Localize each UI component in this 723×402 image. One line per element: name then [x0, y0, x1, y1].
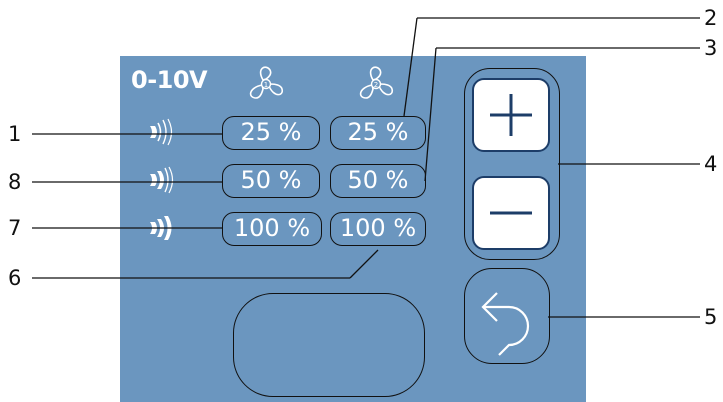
callout-1: 1 — [8, 122, 22, 146]
callout-2: 2 — [704, 6, 718, 30]
callout-3: 3 — [704, 36, 718, 60]
callout-7: 7 — [8, 216, 22, 240]
callout-lines — [32, 17, 700, 318]
callout-5: 5 — [704, 305, 718, 329]
callout-8: 8 — [8, 170, 22, 194]
callout-4: 4 — [704, 152, 718, 176]
callout-6: 6 — [8, 266, 22, 290]
